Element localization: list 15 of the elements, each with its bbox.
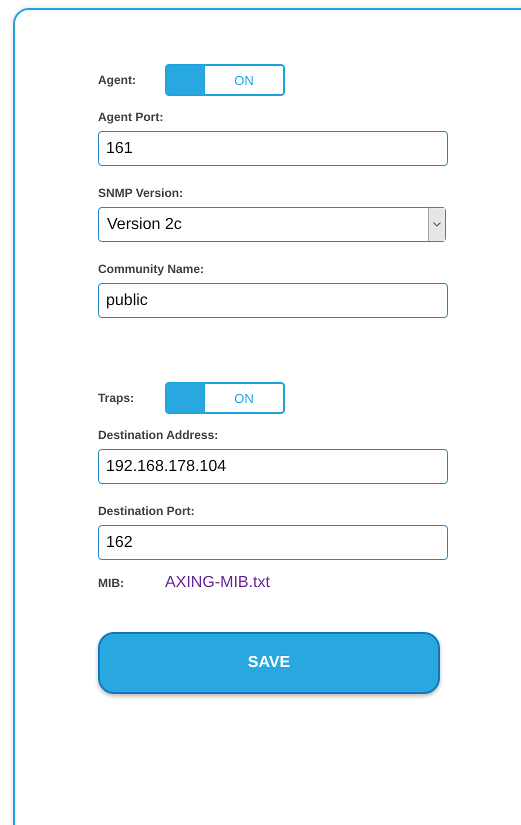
field-label: Agent: xyxy=(98,73,137,87)
field-label: MIB: xyxy=(98,576,125,590)
input-field[interactable]: 192.168.178.104 xyxy=(98,449,448,484)
input-field[interactable]: public xyxy=(98,283,448,318)
file-link[interactable]: AXING-MIB.txt xyxy=(165,574,270,592)
field-label: SNMP Version: xyxy=(98,186,184,200)
field-label: Agent Port: xyxy=(98,110,164,124)
chevron-down-icon xyxy=(433,222,441,227)
field-label: Destination Port: xyxy=(98,504,196,518)
version-dropdown[interactable]: Version 2c xyxy=(98,207,446,242)
field-label: Traps: xyxy=(98,391,136,405)
input-field[interactable]: 161 xyxy=(98,131,448,166)
field-label: Community Name: xyxy=(98,262,206,276)
input-field[interactable]: 162 xyxy=(98,525,448,560)
field-label: Destination Address: xyxy=(98,428,220,442)
